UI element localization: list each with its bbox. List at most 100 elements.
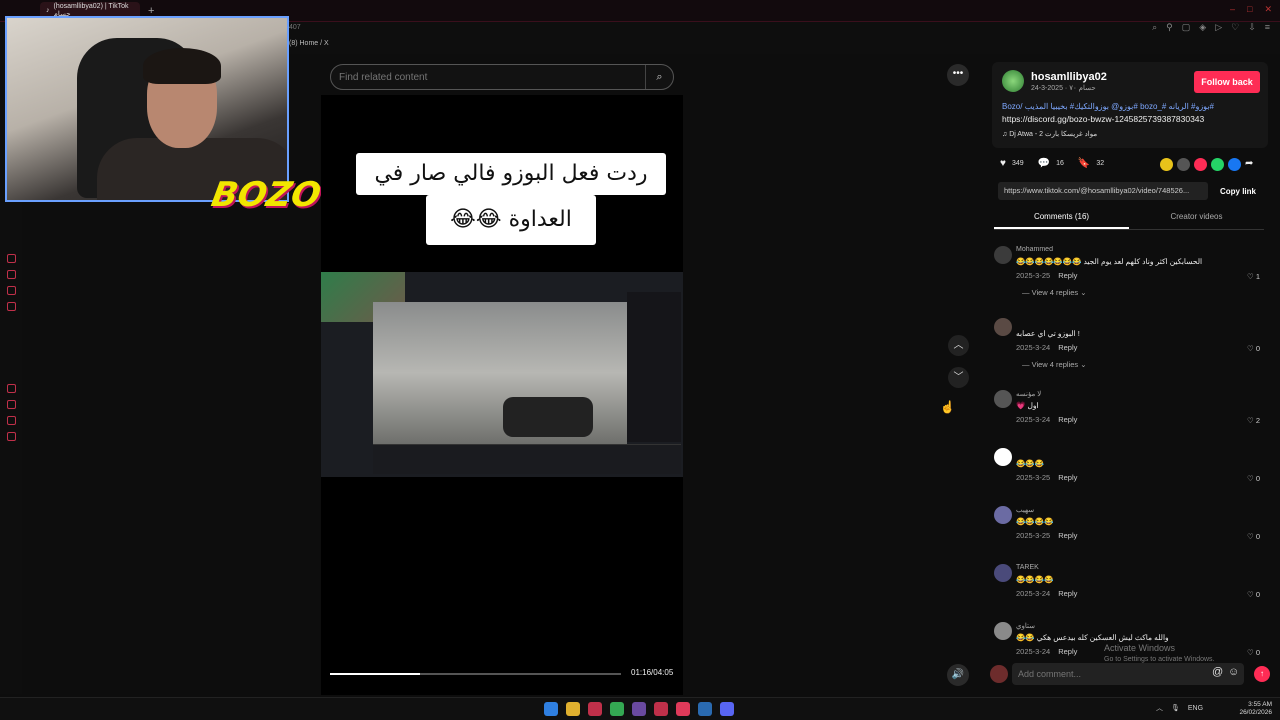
minimize-button[interactable]: – xyxy=(1230,4,1235,15)
sidebar-app-icon[interactable] xyxy=(7,286,16,295)
windows-taskbar: ︿ 🎙 ENG 3:55 AM 26/02/2026 xyxy=(0,697,1280,720)
sidebar-app-icon[interactable] xyxy=(7,270,16,279)
reply-button[interactable]: Reply xyxy=(1058,415,1077,424)
send-icon[interactable] xyxy=(1194,158,1207,171)
menu-icon[interactable]: ≡ xyxy=(1265,22,1270,33)
clock-time: 3:55 AM xyxy=(1248,701,1272,708)
download-icon[interactable]: ⇩ xyxy=(1248,22,1256,33)
comment-like[interactable]: ♡ 0 xyxy=(1247,532,1260,541)
comment-author[interactable]: سهيب xyxy=(1016,506,1034,514)
view-replies-button[interactable]: — View 4 replies ⌄ xyxy=(1022,360,1087,369)
new-tab-button[interactable]: + xyxy=(148,5,154,17)
taskbar-app-icon[interactable] xyxy=(610,702,624,716)
mention-icon[interactable]: @ xyxy=(1212,666,1223,678)
view-replies-button[interactable]: — View 4 replies ⌄ xyxy=(1022,288,1087,297)
video-actions: ♥ 349 💬 16 🔖 32 xyxy=(1000,158,1104,169)
comment-icon[interactable]: 💬 xyxy=(1038,158,1050,169)
comment-input[interactable] xyxy=(1012,663,1244,685)
taskbar-app-icon[interactable] xyxy=(654,702,668,716)
video-music[interactable]: ♫ Dj Atwa - مواد غريسكا بارت 2 xyxy=(1002,130,1097,138)
taskbar-app-icon[interactable] xyxy=(632,702,646,716)
comment-author[interactable]: TAREK xyxy=(1016,564,1039,571)
comment-like[interactable]: ♡ 1 xyxy=(1247,272,1260,281)
tab-creator-videos[interactable]: Creator videos xyxy=(1129,208,1264,229)
sidebar-app-icon[interactable] xyxy=(7,416,16,425)
maximize-button[interactable]: □ xyxy=(1247,4,1252,15)
heart-icon[interactable]: ♡ xyxy=(1231,22,1239,33)
embed-icon[interactable] xyxy=(1177,158,1190,171)
video-progress-bar[interactable] xyxy=(330,673,621,675)
language-indicator[interactable]: ENG xyxy=(1188,705,1203,712)
taskbar-app-icon[interactable] xyxy=(676,702,690,716)
whatsapp-icon[interactable] xyxy=(1211,158,1224,171)
discord-link[interactable]: https://discord.gg/bozo-bwzw-12458257393… xyxy=(1002,114,1204,124)
bookmark-icon[interactable]: ▢ xyxy=(1182,22,1191,33)
next-video-button[interactable]: ﹀ xyxy=(948,367,969,388)
play-icon[interactable]: ▷ xyxy=(1215,22,1222,33)
more-options-button[interactable]: ••• xyxy=(947,64,969,86)
copy-link-button[interactable]: Copy link xyxy=(1212,182,1264,200)
facebook-icon[interactable] xyxy=(1228,158,1241,171)
search-input[interactable] xyxy=(331,71,645,83)
comment-like[interactable]: ♡ 2 xyxy=(1247,416,1260,425)
sidebar-app-icon[interactable] xyxy=(7,254,16,263)
save-icon[interactable]: 🔖 xyxy=(1078,158,1090,169)
comment-like[interactable]: ♡ 0 xyxy=(1247,590,1260,599)
system-clock[interactable]: 3:55 AM 26/02/2026 xyxy=(1239,701,1272,717)
microphone-icon[interactable]: 🎙 xyxy=(1171,704,1180,712)
shield-icon[interactable]: ◈ xyxy=(1199,22,1206,33)
reply-button[interactable]: Reply xyxy=(1058,647,1077,656)
share-arrow-icon[interactable]: ➦ xyxy=(1245,158,1253,171)
close-button[interactable]: ✕ xyxy=(1264,4,1272,15)
taskbar-app-icon[interactable] xyxy=(720,702,734,716)
like-icon[interactable]: ♥ xyxy=(1000,158,1006,169)
comment-avatar[interactable] xyxy=(994,246,1012,264)
reply-button[interactable]: Reply xyxy=(1058,531,1077,540)
comment-like[interactable]: ♡ 0 xyxy=(1247,474,1260,483)
video-hashtags[interactable]: Bozo/ بوزو@ بوزوالتكيك# بخيبيا المذيب# b… xyxy=(1002,102,1214,111)
comment-avatar[interactable] xyxy=(994,622,1012,640)
comment-author[interactable]: لا مؤنسه xyxy=(1016,390,1041,398)
sidebar-app-icon[interactable] xyxy=(7,384,16,393)
video-url-field[interactable]: https://www.tiktok.com/@hosamllibya02/vi… xyxy=(998,182,1208,200)
taskbar-app-icon[interactable] xyxy=(588,702,602,716)
pin-icon[interactable]: ⚲ xyxy=(1166,22,1173,33)
coin-icon[interactable] xyxy=(1160,158,1173,171)
gameplay-toolbar xyxy=(373,444,681,474)
taskbar-app-icon[interactable] xyxy=(698,702,712,716)
volume-button[interactable]: 🔊 xyxy=(947,664,969,686)
taskbar-app-icon[interactable] xyxy=(566,702,580,716)
comment-like[interactable]: ♡ 0 xyxy=(1247,344,1260,353)
comment-avatar[interactable] xyxy=(994,390,1012,408)
reply-button[interactable]: Reply xyxy=(1058,473,1077,482)
comment-author[interactable]: Mohammed xyxy=(1016,246,1053,253)
send-comment-button[interactable]: ↑ xyxy=(1254,666,1270,682)
comment-avatar[interactable] xyxy=(994,564,1012,582)
tab-comments[interactable]: Comments (16) xyxy=(994,208,1129,229)
search-icon[interactable]: ⌕ xyxy=(645,65,673,89)
bozo-logo: BOZO xyxy=(208,175,324,215)
view-replies-label: View 4 replies xyxy=(1031,360,1079,369)
sidebar-app-icon[interactable] xyxy=(7,302,16,311)
author-name[interactable]: hosamllibya02 xyxy=(1031,71,1107,83)
reply-button[interactable]: Reply xyxy=(1058,589,1077,598)
comment-like[interactable]: ♡ 0 xyxy=(1247,648,1260,656)
comment-avatar[interactable] xyxy=(994,506,1012,524)
follow-back-button[interactable]: Follow back xyxy=(1194,71,1260,93)
sidebar-app-icon[interactable] xyxy=(7,432,16,441)
comment-text: 😂😂 والله ماكث ليش العسكين كله بيدعس هكي xyxy=(1016,633,1169,642)
breadcrumb[interactable]: (8) Home / X xyxy=(289,40,329,47)
sidebar-app-icon[interactable] xyxy=(7,400,16,409)
author-avatar[interactable] xyxy=(1002,70,1024,92)
reply-button[interactable]: Reply xyxy=(1058,271,1077,280)
zoom-icon[interactable]: ⌕ xyxy=(1152,22,1157,33)
previous-video-button[interactable]: ︿ xyxy=(948,335,969,356)
comment-avatar[interactable] xyxy=(994,318,1012,336)
emoji-icon[interactable]: ☺ xyxy=(1228,666,1239,678)
video-player[interactable]: ردت فعل البوزو فالي صار في العداوة 😂😂 01… xyxy=(321,95,683,695)
comment-author[interactable]: ستاوي xyxy=(1016,622,1035,630)
reply-button[interactable]: Reply xyxy=(1058,343,1077,352)
comment-avatar[interactable] xyxy=(994,448,1012,466)
tray-chevron-icon[interactable]: ︿ xyxy=(1156,703,1163,713)
taskbar-app-icon[interactable] xyxy=(544,702,558,716)
